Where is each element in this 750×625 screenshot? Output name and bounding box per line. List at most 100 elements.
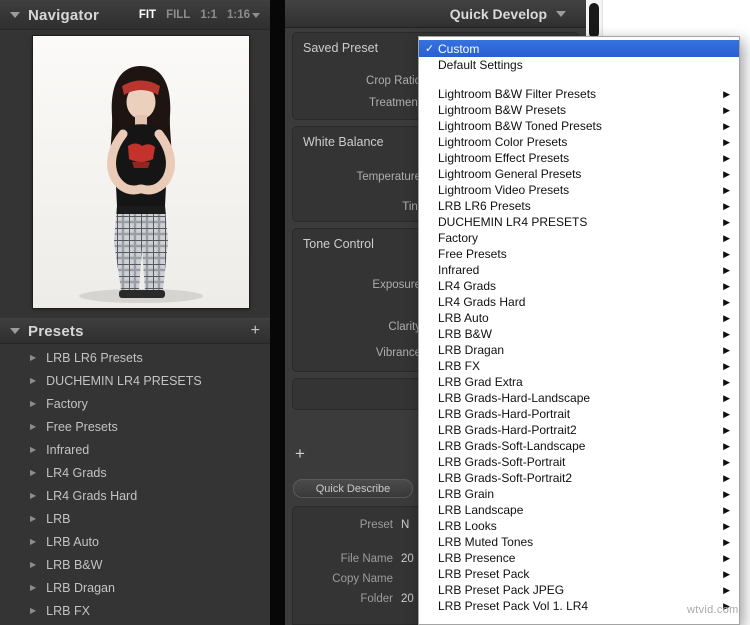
folder-disclosure-icon[interactable]: ▶	[30, 468, 36, 477]
menu-item-submenu[interactable]: Lightroom General Presets ▶	[419, 166, 739, 182]
menu-item-submenu[interactable]: LRB Grads-Hard-Landscape ▶	[419, 390, 739, 406]
navigator-header[interactable]: Navigator FITFILL1:11:16	[0, 0, 270, 30]
menu-item[interactable]: Default Settings	[419, 57, 739, 73]
menu-item-submenu[interactable]: LR4 Grads ▶	[419, 278, 739, 294]
folder-disclosure-icon[interactable]: ▶	[30, 376, 36, 385]
menu-item-submenu[interactable]: Lightroom B&W Presets ▶	[419, 102, 739, 118]
add-preset-button[interactable]: +	[251, 323, 260, 339]
menu-item-submenu[interactable]: LRB Presence ▶	[419, 550, 739, 566]
preset-folder-row[interactable]: ▶ LRB Dragan	[0, 576, 270, 599]
navigator-zoom-option[interactable]: 1:16	[227, 9, 250, 21]
preset-folder-row[interactable]: ▶ LR4 Grads	[0, 461, 270, 484]
preset-folder-row[interactable]: ▶ LRB	[0, 507, 270, 530]
submenu-arrow-icon: ▶	[723, 137, 730, 148]
navigator-zoom-option[interactable]: FIT	[139, 9, 156, 21]
navigator-zoom-option[interactable]: 1:1	[200, 9, 217, 21]
menu-item-submenu[interactable]: LRB Grads-Soft-Landscape ▶	[419, 438, 739, 454]
navigator-zoom-option[interactable]: FILL	[166, 9, 190, 21]
menu-item-submenu[interactable]: Lightroom B&W Toned Presets ▶	[419, 118, 739, 134]
menu-item-submenu[interactable]: Infrared ▶	[419, 262, 739, 278]
menu-item-submenu[interactable]: LRB B&W ▶	[419, 326, 739, 342]
menu-top-items: ✓ Custom Default Settings	[419, 40, 739, 73]
menu-item-label: LRB Preset Pack Vol 1. LR4	[438, 599, 588, 613]
menu-item-submenu[interactable]: LRB LR6 Presets ▶	[419, 198, 739, 214]
menu-item-submenu[interactable]: LRB Grad Extra ▶	[419, 374, 739, 390]
menu-item-label: Factory	[438, 231, 478, 245]
menu-item-label: LRB Dragan	[438, 343, 504, 357]
menu-item-submenu[interactable]: LRB Grads-Hard-Portrait2 ▶	[419, 422, 739, 438]
menu-item-submenu[interactable]: DUCHEMIN LR4 PRESETS ▶	[419, 214, 739, 230]
preset-folder-row[interactable]: ▶ LRB FX	[0, 599, 270, 622]
preset-folder-row[interactable]: ▶ LR4 Grads Hard	[0, 484, 270, 507]
submenu-arrow-icon: ▶	[723, 553, 730, 564]
menu-item-label: LRB Landscape	[438, 503, 523, 517]
menu-item-submenu[interactable]: Free Presets ▶	[419, 246, 739, 262]
menu-item-submenu[interactable]: Lightroom Video Presets ▶	[419, 182, 739, 198]
lightroom-window: Navigator FITFILL1:11:16	[0, 0, 750, 625]
file-name-field-value[interactable]: 20	[401, 553, 414, 565]
submenu-arrow-icon: ▶	[723, 441, 730, 452]
preset-folder-row[interactable]: ▶ DUCHEMIN LR4 PRESETS	[0, 369, 270, 392]
menu-item-submenu[interactable]: LRB Dragan ▶	[419, 342, 739, 358]
navigator-disclosure-icon[interactable]	[10, 12, 20, 18]
quick-describe-button[interactable]: Quick Describe	[293, 479, 413, 498]
folder-disclosure-icon[interactable]: ▶	[30, 537, 36, 546]
submenu-arrow-icon: ▶	[723, 521, 730, 532]
preset-folder-row[interactable]: ▶ LRB Auto	[0, 530, 270, 553]
menu-item-submenu[interactable]: Lightroom Color Presets ▶	[419, 134, 739, 150]
crop-ratio-label: Crop Ratio	[301, 75, 421, 87]
menu-item[interactable]: ✓ Custom	[419, 40, 739, 57]
menu-item-submenu[interactable]: LRB Grads-Soft-Portrait2 ▶	[419, 470, 739, 486]
preset-field-value[interactable]: N	[401, 519, 409, 531]
menu-item-submenu[interactable]: LRB Grain ▶	[419, 486, 739, 502]
menu-item-submenu[interactable]: LRB Auto ▶	[419, 310, 739, 326]
menu-item-label: Custom	[438, 42, 479, 56]
presets-header[interactable]: Presets +	[0, 318, 270, 344]
folder-disclosure-icon[interactable]: ▶	[30, 445, 36, 454]
folder-disclosure-icon[interactable]: ▶	[30, 491, 36, 500]
folder-disclosure-icon[interactable]: ▶	[30, 583, 36, 592]
menu-item-submenu[interactable]: LRB Preset Pack JPEG ▶	[419, 582, 739, 598]
folder-disclosure-icon[interactable]: ▶	[30, 399, 36, 408]
folder-field-value[interactable]: 20	[401, 593, 414, 605]
menu-item-label: Lightroom Effect Presets	[438, 151, 569, 165]
submenu-arrow-icon: ▶	[723, 201, 730, 212]
preset-folder-row[interactable]: ▶ Free Presets	[0, 415, 270, 438]
presets-disclosure-icon[interactable]	[10, 328, 20, 334]
menu-item-submenu[interactable]: LR4 Grads Hard ▶	[419, 294, 739, 310]
preset-folder-row[interactable]: ▶ LRB B&W	[0, 553, 270, 576]
menu-item-submenu[interactable]: Lightroom B&W Filter Presets ▶	[419, 86, 739, 102]
menu-item-submenu[interactable]: LRB Landscape ▶	[419, 502, 739, 518]
menu-item-submenu[interactable]: LRB Grads-Soft-Portrait ▶	[419, 454, 739, 470]
menu-item-submenu[interactable]: LRB FX ▶	[419, 358, 739, 374]
quick-develop-disclosure-icon[interactable]	[556, 11, 566, 17]
preset-folder-name: LRB FX	[46, 604, 90, 618]
add-panel-plus-button[interactable]: +	[295, 444, 305, 464]
menu-item-submenu[interactable]: LRB Muted Tones ▶	[419, 534, 739, 550]
preset-folder-name: LRB B&W	[46, 558, 102, 572]
preset-folder-row[interactable]: ▶ LRB LR6 Presets	[0, 346, 270, 369]
folder-disclosure-icon[interactable]: ▶	[30, 514, 36, 523]
preset-folder-name: DUCHEMIN LR4 PRESETS	[46, 374, 202, 388]
menu-item-submenu[interactable]: Lightroom Effect Presets ▶	[419, 150, 739, 166]
menu-item-submenu[interactable]: LRB Looks ▶	[419, 518, 739, 534]
preset-folder-row[interactable]: ▶ Infrared	[0, 438, 270, 461]
preset-folder-row[interactable]: ▶ Factory	[0, 392, 270, 415]
menu-item-submenu[interactable]: LRB Preset Pack ▶	[419, 566, 739, 582]
saved-preset-label: Saved Preset	[303, 41, 378, 55]
folder-disclosure-icon[interactable]: ▶	[30, 353, 36, 362]
navigator-preview[interactable]	[33, 36, 249, 308]
folder-disclosure-icon[interactable]: ▶	[30, 560, 36, 569]
submenu-arrow-icon: ▶	[723, 473, 730, 484]
zoom-dropdown-icon[interactable]	[252, 13, 260, 18]
scrollbar-thumb[interactable]	[589, 3, 599, 38]
file-name-field-label: File Name	[293, 553, 393, 565]
folder-disclosure-icon[interactable]: ▶	[30, 606, 36, 615]
checkmark-icon: ✓	[425, 42, 438, 55]
quick-develop-header[interactable]: Quick Develop	[285, 0, 586, 28]
menu-item-submenu[interactable]: LRB Grads-Hard-Portrait ▶	[419, 406, 739, 422]
menu-item-submenu[interactable]: Factory ▶	[419, 230, 739, 246]
folder-disclosure-icon[interactable]: ▶	[30, 422, 36, 431]
clarity-label: Clarity	[301, 321, 421, 333]
submenu-arrow-icon: ▶	[723, 377, 730, 388]
